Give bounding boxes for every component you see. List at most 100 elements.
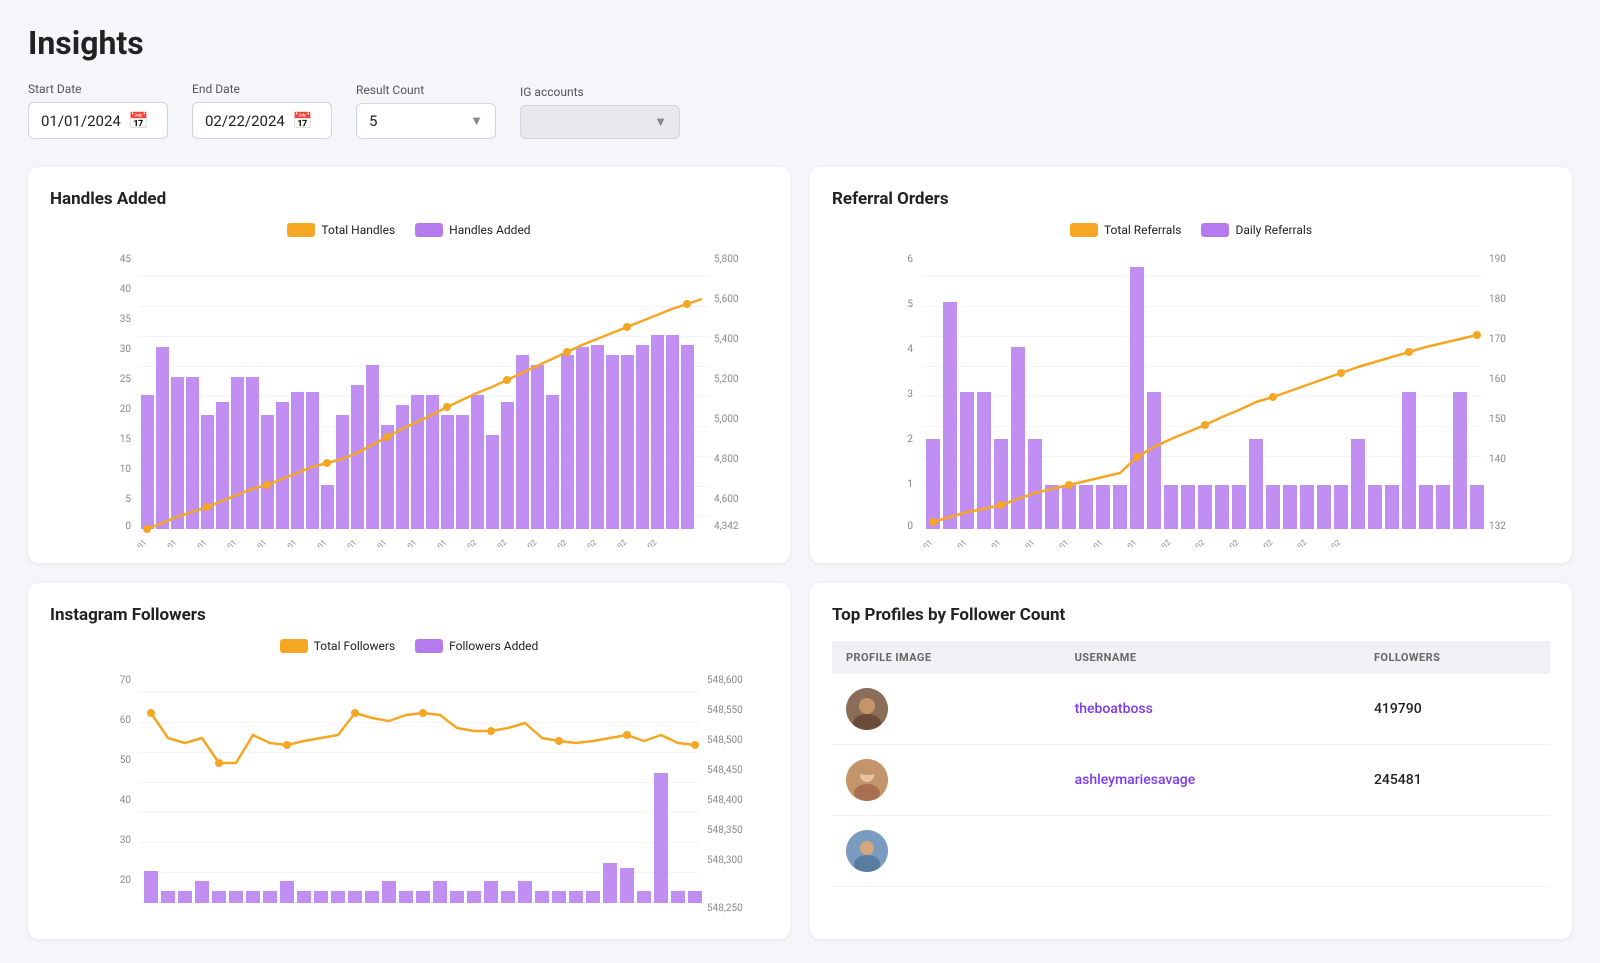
ig-accounts-select[interactable]: ▼ — [520, 105, 680, 139]
svg-text:548,600: 548,600 — [707, 675, 743, 686]
svg-text:180: 180 — [1489, 294, 1506, 305]
svg-text:2024-12-02: 2024-12-02 — [1205, 538, 1240, 547]
legend-followers-added: Followers Added — [415, 639, 538, 653]
avatar — [846, 688, 888, 730]
result-count-select[interactable]: 5 ▼ — [356, 103, 496, 139]
svg-text:2024-01-01: 2024-01-01 — [113, 538, 148, 547]
table-header-row: PROFILE IMAGE USERNAME FOLLOWERS — [832, 641, 1550, 674]
svg-text:2024-16-01: 2024-16-01 — [263, 538, 298, 547]
svg-text:150: 150 — [1489, 414, 1506, 425]
svg-text:2024-18-02: 2024-18-02 — [593, 538, 628, 547]
svg-text:2024-13-01: 2024-13-01 — [233, 538, 268, 547]
svg-text:2024-31-01: 2024-31-01 — [413, 538, 448, 547]
calendar-icon: 📅 — [129, 111, 149, 130]
username-link[interactable]: theboatboss — [1075, 701, 1153, 717]
username-link-2[interactable]: ashleymariesavage — [1075, 772, 1196, 788]
svg-text:25: 25 — [120, 374, 132, 385]
chevron-down-icon: ▼ — [470, 113, 483, 129]
followers-count-2: 245481 — [1374, 772, 1422, 788]
filters-bar: Start Date 01/01/2024 📅 End Date 02/22/2… — [28, 82, 1572, 139]
top-profiles-card: Top Profiles by Follower Count PROFILE I… — [810, 583, 1572, 939]
svg-text:0: 0 — [907, 521, 913, 532]
legend-purple-ref — [1201, 223, 1229, 237]
svg-text:4,800: 4,800 — [714, 454, 739, 465]
result-count-group: Result Count 5 ▼ — [356, 83, 496, 139]
svg-text:2024-19-01: 2024-19-01 — [293, 538, 328, 547]
svg-text:548,550: 548,550 — [707, 705, 743, 716]
handles-chart-wrap: 45 40 35 30 25 20 15 10 5 0 5,800 5,600 … — [50, 247, 768, 547]
followers-chart-wrap: 70 60 50 40 30 20 548,600 548,550 548,50… — [50, 663, 768, 923]
followers-chart-card: Instagram Followers Total Followers Foll… — [28, 583, 790, 939]
svg-text:50: 50 — [120, 755, 132, 766]
svg-text:548,450: 548,450 — [707, 765, 743, 776]
svg-text:45: 45 — [120, 254, 132, 265]
svg-text:548,350: 548,350 — [707, 825, 743, 836]
followers-chart-title: Instagram Followers — [50, 605, 768, 625]
table-row — [832, 816, 1550, 887]
username-cell: ashleymariesavage — [1061, 745, 1360, 816]
svg-text:2024-07-02: 2024-07-02 — [1171, 538, 1206, 547]
legend-total-handles-label: Total Handles — [321, 223, 395, 237]
svg-text:4,342: 4,342 — [714, 521, 739, 532]
svg-text:2: 2 — [907, 434, 913, 445]
col-followers: FOLLOWERS — [1360, 641, 1550, 674]
svg-text:20: 20 — [120, 404, 132, 415]
svg-text:70: 70 — [120, 675, 132, 686]
svg-text:4: 4 — [907, 344, 913, 355]
legend-purple-followers — [415, 639, 443, 653]
start-date-value: 01/01/2024 — [41, 112, 121, 130]
end-date-input[interactable]: 02/22/2024 📅 — [192, 102, 332, 139]
svg-text:548,250: 548,250 — [707, 903, 743, 914]
legend-orange-ref — [1070, 223, 1098, 237]
svg-text:3: 3 — [907, 389, 913, 400]
calendar-icon-2: 📅 — [293, 111, 313, 130]
svg-text:2024-21-02: 2024-21-02 — [1307, 538, 1342, 547]
legend-total-followers-label: Total Followers — [314, 639, 395, 653]
svg-text:132: 132 — [1489, 521, 1506, 532]
legend-purple-box — [415, 223, 443, 237]
followers-cell: 245481 — [1360, 745, 1550, 816]
svg-text:5,600: 5,600 — [714, 294, 739, 305]
top-profiles-table: PROFILE IMAGE USERNAME FOLLOWERS theboat… — [832, 641, 1550, 887]
svg-text:2024-28-01: 2024-28-01 — [383, 538, 418, 547]
result-count-value: 5 — [369, 112, 377, 130]
start-date-input[interactable]: 01/01/2024 📅 — [28, 102, 168, 139]
svg-text:0: 0 — [125, 521, 131, 532]
svg-text:5,400: 5,400 — [714, 334, 739, 345]
end-date-label: End Date — [192, 82, 332, 96]
profile-image-cell — [832, 745, 1061, 816]
legend-orange-box — [287, 223, 315, 237]
top-profiles-title: Top Profiles by Follower Count — [832, 605, 1550, 625]
start-date-label: Start Date — [28, 82, 168, 96]
svg-text:2024-15-02: 2024-15-02 — [1239, 538, 1274, 547]
result-count-label: Result Count — [356, 83, 496, 97]
svg-text:548,300: 548,300 — [707, 855, 743, 866]
col-profile-image: PROFILE IMAGE — [832, 641, 1061, 674]
legend-total-ref-label: Total Referrals — [1104, 223, 1181, 237]
charts-row-1: Handles Added Total Handles Handles Adde… — [28, 167, 1572, 563]
svg-text:2024-07-01: 2024-07-01 — [173, 538, 208, 547]
followers-cell — [1360, 816, 1550, 887]
svg-text:5: 5 — [125, 494, 131, 505]
svg-text:2024-10-01: 2024-10-01 — [1001, 538, 1036, 547]
profile-image-cell — [832, 816, 1061, 887]
svg-text:40: 40 — [120, 284, 132, 295]
svg-text:6: 6 — [907, 254, 913, 265]
end-date-value: 02/22/2024 — [205, 112, 285, 130]
svg-text:5,800: 5,800 — [714, 254, 739, 265]
page-title: Insights — [28, 24, 1572, 62]
username-cell — [1061, 816, 1360, 887]
svg-text:4,600: 4,600 — [714, 494, 739, 505]
svg-text:2024-09-02: 2024-09-02 — [503, 538, 538, 547]
svg-text:2024-10-01: 2024-10-01 — [203, 538, 238, 547]
legend-handles-added: Handles Added — [415, 223, 530, 237]
svg-text:170: 170 — [1489, 334, 1506, 345]
svg-text:548,500: 548,500 — [707, 735, 743, 746]
referral-chart-card: Referral Orders Total Referrals Daily Re… — [810, 167, 1572, 563]
legend-total-followers: Total Followers — [280, 639, 395, 653]
svg-text:2024-22-01: 2024-22-01 — [323, 538, 358, 547]
svg-text:2024-02-01: 2024-02-01 — [899, 538, 934, 547]
referral-chart-wrap: 6 5 4 3 2 1 0 190 180 170 160 150 140 13… — [832, 247, 1550, 547]
svg-text:2024-24-01: 2024-24-01 — [1069, 538, 1104, 547]
svg-text:160: 160 — [1489, 374, 1506, 385]
